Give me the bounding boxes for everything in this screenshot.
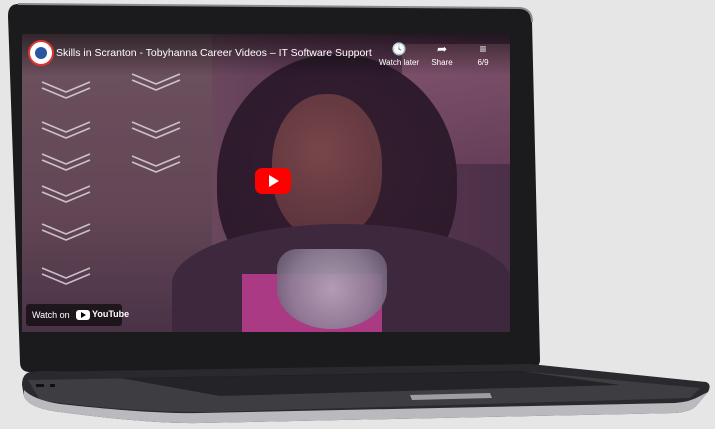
video-embed[interactable]: Skills in Scranton - Tobyhanna Career Vi… — [22, 34, 510, 332]
video-title[interactable]: Skills in Scranton - Tobyhanna Career Vi… — [56, 47, 372, 59]
play-button[interactable] — [255, 168, 291, 194]
laptop-mockup: Skills in Scranton - Tobyhanna Career Vi… — [0, 0, 715, 429]
chevron-graphics — [41, 73, 181, 285]
channel-avatar[interactable] — [28, 40, 54, 66]
playlist-button[interactable]: ≡ 6/9 — [458, 42, 508, 67]
watch-on-youtube-button[interactable]: Watch on YouTube — [26, 304, 129, 326]
playlist-icon: ≡ — [479, 42, 487, 56]
youtube-icon — [76, 310, 90, 320]
watch-on-label: Watch on — [32, 310, 70, 320]
